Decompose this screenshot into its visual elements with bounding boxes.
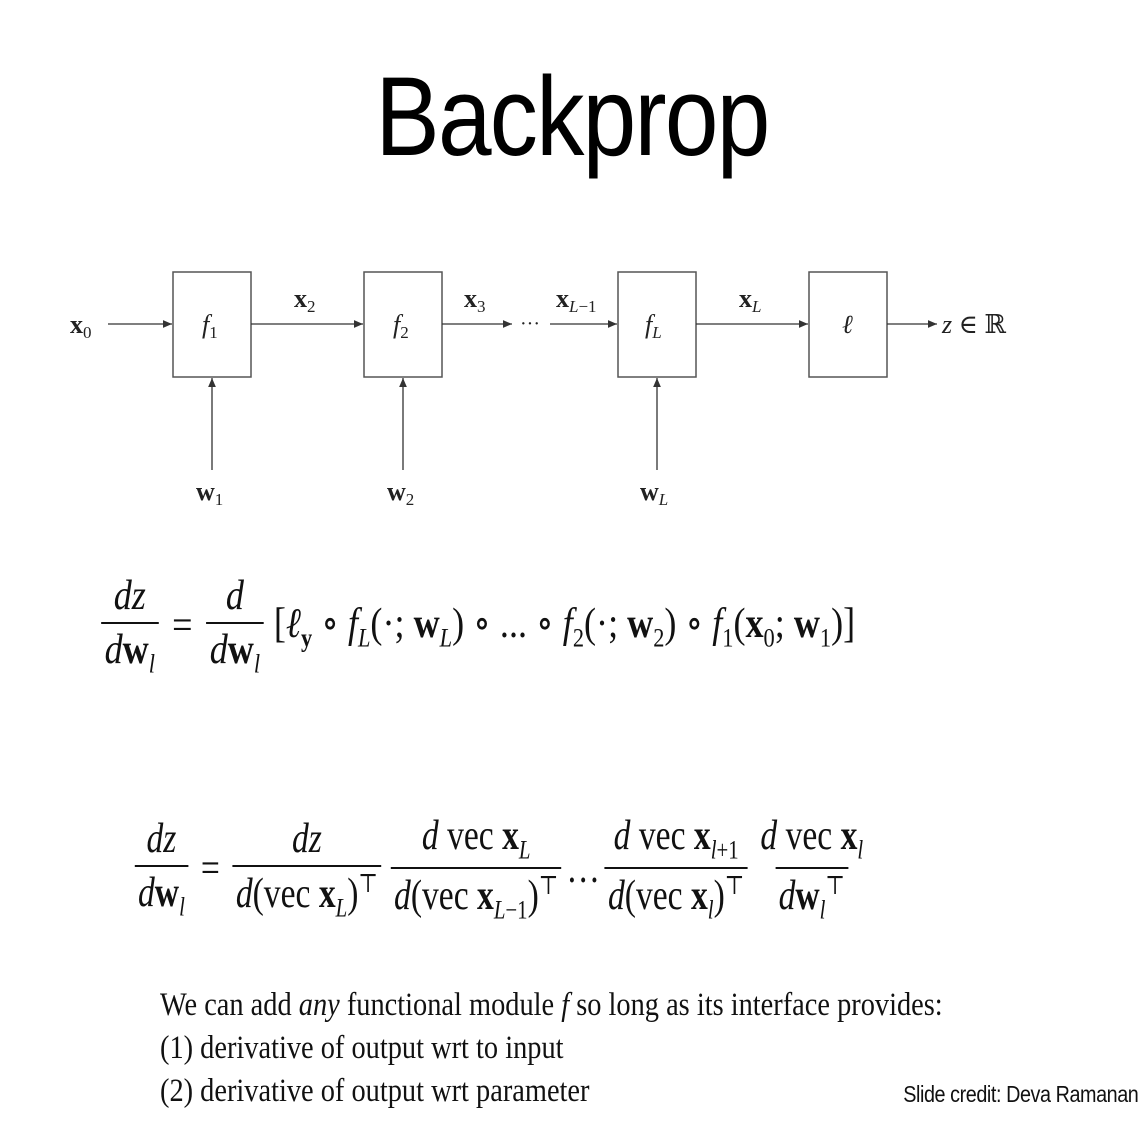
label-wL: wL — [640, 477, 668, 509]
eq2-lhs-fraction: dz dwl — [134, 815, 189, 922]
label-w1: w1 — [196, 477, 223, 509]
label-x3: x3 — [464, 284, 486, 316]
eq2-term-4: d vec xl dwl⊤ — [760, 813, 864, 925]
eq2-term-3: d vec xl+1 d(vec xl)⊤ — [604, 812, 748, 926]
text-line-2: (1) derivative of output wrt to input — [160, 1030, 564, 1066]
text-line-1-c: so long as its interface provides: — [569, 987, 943, 1023]
text-emphasis-any: any — [298, 987, 340, 1023]
text-line-3: (2) derivative of output wrt parameter — [160, 1073, 590, 1109]
label-xL: xL — [739, 284, 761, 316]
slide-credit: Slide credit: Deva Ramanan — [902, 1081, 1139, 1107]
equation-chain-rule: dz dwl = dz d(vec xL)⊤ d vec xL d(vec xL… — [130, 812, 871, 926]
eq2-term-2: d vec xL d(vec xL−1)⊤ — [390, 812, 562, 926]
text-module-f: f — [561, 987, 570, 1023]
label-dots: ··· — [520, 313, 540, 335]
eq2-term-1: dz d(vec xL)⊤ — [232, 815, 382, 923]
label-loss: ℓ — [842, 310, 853, 339]
eq2-dots: … — [566, 845, 600, 892]
text-line-1-b: functional module — [339, 987, 562, 1023]
label-w2: w2 — [387, 477, 414, 509]
label-x2: x2 — [294, 284, 316, 316]
eq1-lhs-fraction: dz dwl — [101, 572, 159, 679]
eq1-rhs-fraction: d dwl — [206, 572, 264, 679]
equation-chain-composition: dz dwl = d dwl [ℓy ∘ fL(·; wL) ∘ ... ∘ f… — [96, 572, 855, 679]
text-line-1: We can add any functional module f so lo… — [160, 984, 943, 1027]
backprop-flow-diagram: x0 f1 f2 fL ℓ x2 x3 ··· xL−1 xL z ∈ ℝ w1… — [70, 271, 1006, 509]
text-line-1-a: We can add — [160, 987, 299, 1023]
label-x0: x0 — [70, 310, 92, 342]
interface-description: We can add any functional module f so lo… — [160, 984, 943, 1113]
label-output: z ∈ ℝ — [941, 310, 1006, 339]
label-xL-1: xL−1 — [556, 284, 597, 316]
eq1-composition: [ℓy ∘ fL(·; wL) ∘ ... ∘ f2(·; w2) ∘ f1(x… — [273, 601, 856, 653]
